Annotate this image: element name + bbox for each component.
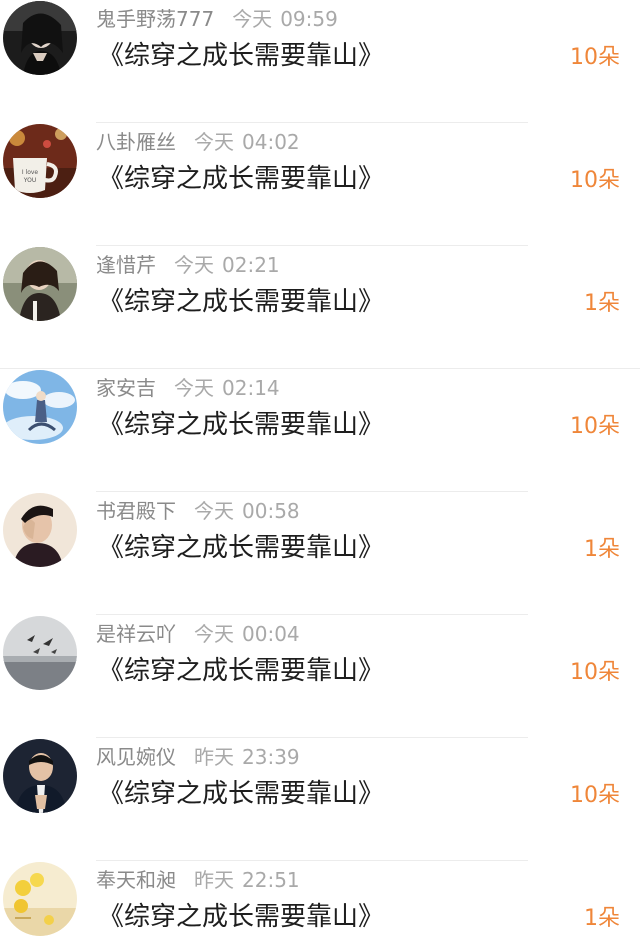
time-label: 00:58 (242, 499, 300, 523)
flower-amount: 1朵 (584, 906, 620, 931)
gift-record-list: 鬼手野荡777 今天 09:59 《综穿之成长需要靠山》 10朵 I love YO… (0, 0, 640, 949)
list-item[interactable]: 风见婉仪 昨天 23:39 《综穿之成长需要靠山》 10朵 (0, 738, 640, 861)
book-title[interactable]: 《综穿之成长需要靠山》 (98, 776, 384, 812)
day-label: 今天 (174, 376, 214, 400)
flower-amount: 10朵 (570, 414, 620, 439)
avatar-image-icon (3, 739, 77, 813)
flower-amount: 10朵 (570, 783, 620, 808)
flower-amount: 1朵 (584, 291, 620, 316)
avatar-image-icon: I love YOU (3, 124, 77, 198)
avatar[interactable]: I love YOU (3, 124, 77, 198)
book-title[interactable]: 《综穿之成长需要靠山》 (98, 161, 384, 197)
item-meta: 家安吉 今天 02:14 (96, 375, 280, 401)
item-meta: 鬼手野荡777 今天 09:59 (96, 6, 338, 32)
item-meta: 书君殿下 今天 00:58 (96, 498, 300, 524)
item-meta: 八卦雁丝 今天 04:02 (96, 129, 300, 155)
book-title[interactable]: 《综穿之成长需要靠山》 (98, 899, 384, 935)
avatar-image-icon (3, 1, 77, 75)
avatar-image-icon (3, 862, 77, 936)
item-meta: 风见婉仪 昨天 23:39 (96, 744, 300, 770)
user-name[interactable]: 风见婉仪 (96, 745, 176, 769)
avatar-image-icon (3, 370, 77, 444)
time-label: 00:04 (242, 622, 300, 646)
flower-amount: 10朵 (570, 660, 620, 685)
day-label: 昨天 (194, 745, 234, 769)
time-label: 04:02 (242, 130, 300, 154)
list-item[interactable]: 鬼手野荡777 今天 09:59 《综穿之成长需要靠山》 10朵 (0, 0, 640, 123)
book-title[interactable]: 《综穿之成长需要靠山》 (98, 407, 384, 443)
avatar[interactable] (3, 1, 77, 75)
avatar[interactable] (3, 370, 77, 444)
user-name[interactable]: 八卦雁丝 (96, 130, 176, 154)
day-label: 今天 (194, 622, 234, 646)
svg-text:I love: I love (22, 169, 39, 176)
avatar-image-icon (3, 493, 77, 567)
day-label: 今天 (232, 7, 273, 31)
flower-amount: 10朵 (570, 45, 620, 70)
item-meta: 是祥云吖 今天 00:04 (96, 621, 300, 647)
day-label: 今天 (194, 499, 234, 523)
time-label: 09:59 (280, 7, 338, 31)
avatar[interactable] (3, 247, 77, 321)
user-name[interactable]: 是祥云吖 (96, 622, 176, 646)
avatar[interactable] (3, 616, 77, 690)
flower-amount: 1朵 (584, 537, 620, 562)
flower-amount: 10朵 (570, 168, 620, 193)
list-item[interactable]: 家安吉 今天 02:14 《综穿之成长需要靠山》 10朵 (0, 369, 640, 492)
avatar-image-icon (3, 616, 77, 690)
book-title[interactable]: 《综穿之成长需要靠山》 (98, 530, 384, 566)
list-item[interactable]: 是祥云吖 今天 00:04 《综穿之成长需要靠山》 10朵 (0, 615, 640, 738)
list-item[interactable]: 书君殿下 今天 00:58 《综穿之成长需要靠山》 1朵 (0, 492, 640, 615)
svg-text:YOU: YOU (23, 177, 36, 184)
time-label: 22:51 (242, 868, 300, 892)
day-label: 今天 (174, 253, 214, 277)
user-name[interactable]: 书君殿下 (96, 499, 176, 523)
book-title[interactable]: 《综穿之成长需要靠山》 (98, 38, 384, 74)
book-title[interactable]: 《综穿之成长需要靠山》 (98, 284, 384, 320)
avatar[interactable] (3, 493, 77, 567)
avatar[interactable] (3, 739, 77, 813)
time-label: 02:14 (222, 376, 280, 400)
time-label: 23:39 (242, 745, 300, 769)
item-meta: 逢惜芹 今天 02:21 (96, 252, 280, 278)
list-item[interactable]: I love YOU 八卦雁丝 今天 04:02 《综穿之成长需要靠山》 10朵 (0, 123, 640, 246)
list-item[interactable]: 奉天和昶 昨天 22:51 《综穿之成长需要靠山》 1朵 (0, 861, 640, 949)
day-label: 今天 (194, 130, 234, 154)
item-meta: 奉天和昶 昨天 22:51 (96, 867, 300, 893)
list-item[interactable]: 逢惜芹 今天 02:21 《综穿之成长需要靠山》 1朵 (0, 246, 640, 369)
avatar-image-icon (3, 247, 77, 321)
time-label: 02:21 (222, 253, 280, 277)
user-name[interactable]: 逢惜芹 (96, 253, 156, 277)
day-label: 昨天 (194, 868, 234, 892)
book-title[interactable]: 《综穿之成长需要靠山》 (98, 653, 384, 689)
user-name[interactable]: 家安吉 (96, 376, 156, 400)
user-name[interactable]: 鬼手野荡777 (96, 7, 214, 31)
user-name[interactable]: 奉天和昶 (96, 868, 176, 892)
avatar[interactable] (3, 862, 77, 936)
